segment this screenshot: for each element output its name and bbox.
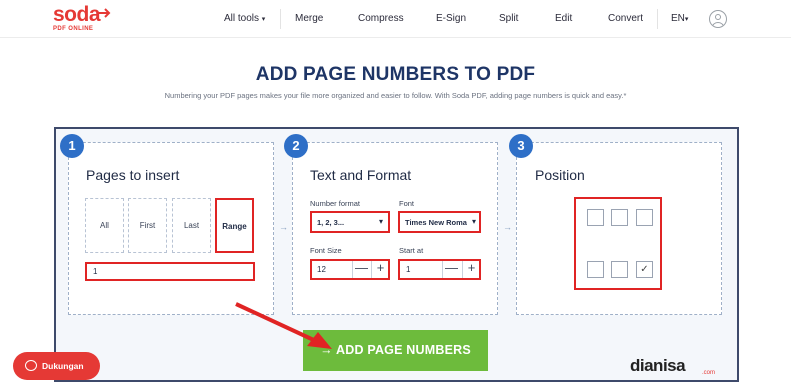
watermark-suffix: .com	[702, 370, 716, 376]
watermark: dianisa	[630, 356, 686, 375]
chat-icon	[25, 360, 37, 371]
support-button[interactable]: Dukungan	[13, 352, 100, 380]
annotation-arrow-icon	[235, 302, 332, 349]
support-label: Dukungan	[42, 361, 84, 371]
